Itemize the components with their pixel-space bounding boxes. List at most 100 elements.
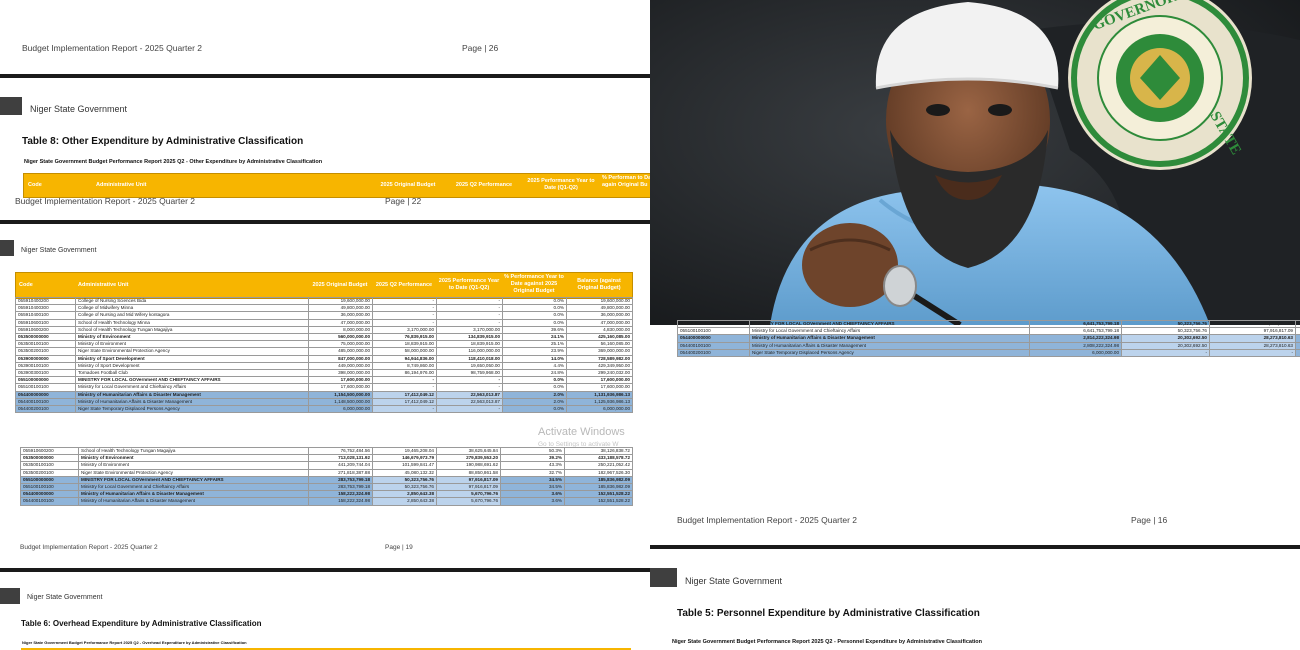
page-b-divider xyxy=(0,220,650,224)
cell-u: College of Nursing and Mid Wifery kontag… xyxy=(75,311,309,320)
activate-windows-watermark: Activate Windows xyxy=(538,426,625,438)
cell-p: 4.4% xyxy=(502,361,567,371)
cell-c: 055100000000 xyxy=(677,319,750,329)
cell-bal: 299,240,032.00 xyxy=(566,369,633,378)
cell-c: 053500000000 xyxy=(15,333,76,342)
cell-u: Tornadoes Football Club xyxy=(75,369,309,378)
cell-p: 50.3% xyxy=(500,446,565,456)
table-row: 053500000000 Ministry of Environment 713,0… xyxy=(20,454,633,463)
cell-b: 75,000,000.00 xyxy=(308,340,373,349)
cell-u: School of Health Technology Tungan Magaj… xyxy=(78,446,309,456)
page-e-footer-page: Page | 16 xyxy=(1131,515,1168,525)
cell-b: 441,209,744.04 xyxy=(308,461,373,470)
cell-c: 055100000000 xyxy=(15,376,76,385)
page-b-footer-page: Page | 22 xyxy=(385,196,422,206)
cell-c: 053500100100 xyxy=(20,461,79,470)
cell-y: 118,410,018.00 xyxy=(436,354,503,363)
cell-y: 190,988,691.62 xyxy=(436,461,501,470)
cell-bal: 6,000,000.00 xyxy=(566,405,633,414)
page-d-table-subtitle: Niger State Government Budget Performanc… xyxy=(22,640,247,645)
cell-bal: 4,830,000.00 xyxy=(566,325,633,335)
header-original-budget: 2025 Original Budget xyxy=(312,282,368,288)
cell-u: Ministry of Sport Development xyxy=(75,361,309,371)
cell-u: School of Health Technology Tungan Magaj… xyxy=(75,325,309,335)
cell-p: 2.0% xyxy=(502,390,567,399)
table-row: 055910600200 School of Health Technology … xyxy=(20,446,633,456)
header-percent: % Performance Year to Date against 2025 … xyxy=(504,274,564,294)
cell-y: 97,916,817.09 xyxy=(436,483,501,492)
cell-q: 45,080,132.32 xyxy=(372,468,437,477)
cell-c: 054400200100 xyxy=(677,348,750,358)
cell-q: 2,850,643.38 xyxy=(372,497,437,506)
cell-q: 20,302,692.50 xyxy=(1121,334,1210,343)
cell-c: 053500000000 xyxy=(20,454,79,463)
cell-q: - xyxy=(372,296,437,306)
cell-c: 055910600200 xyxy=(15,325,76,335)
cell-y: - xyxy=(436,296,503,306)
cell-b: 17,600,000.00 xyxy=(308,383,373,392)
cell-u: Ministry of Environment xyxy=(75,340,309,349)
page-b-table-header: Code Administrative Unit 2025 Original B… xyxy=(15,272,633,299)
table-row: 054400100100 Ministry of Humanitarian Aff… xyxy=(15,397,633,407)
cell-y: 134,839,915.00 xyxy=(436,333,503,342)
cell-p: 23.9% xyxy=(502,347,567,356)
page-e-table: 055100000000 MINISTRY FOR LOCAL GOVernmen… xyxy=(677,319,1300,358)
cell-y: - xyxy=(1209,348,1296,358)
cell-u: Ministry of Environment xyxy=(78,454,309,463)
cell-p: 0.0% xyxy=(502,304,567,313)
table-row: 054400200100 Niger State Temporary Displa… xyxy=(677,348,1300,358)
cell-b: 36,000,000.00 xyxy=(308,311,373,320)
header-admin-unit: Administrative Unit xyxy=(96,182,147,188)
page-c-divider xyxy=(0,568,650,572)
cell-q: 101,599,841.47 xyxy=(372,461,437,470)
table-row: 055910600200 School of Health Technology … xyxy=(15,325,633,335)
page-d-gov-name: Niger State Government xyxy=(27,594,103,601)
cell-q: - xyxy=(372,405,437,414)
cell-u: Ministry for Local Government and Chieft… xyxy=(78,483,309,492)
page-c-footer-left: Budget Implementation Report - 2025 Quar… xyxy=(20,544,158,551)
cell-p: 32.7% xyxy=(500,468,565,477)
cell-y: 22,563,013.87 xyxy=(436,397,503,407)
cell-y: 5,670,796.76 xyxy=(436,497,501,506)
cell-y: 279,839,553.20 xyxy=(436,454,501,463)
table-row: 055100000000 MINISTRY FOR LOCAL GOVernmen… xyxy=(677,319,1300,329)
cell-c: 055910600200 xyxy=(20,446,79,456)
cell-b: 271,818,387.88 xyxy=(308,468,373,477)
cell-q: - xyxy=(372,376,437,385)
cell-u: MINISTRY FOR LOCAL GOVernment AND CHIEFT… xyxy=(75,376,309,385)
cell-b: 713,028,131.92 xyxy=(308,454,373,463)
cell-q: 8,749,860.00 xyxy=(372,361,437,371)
header-ytd: 2025 Performance Year to Date (Q1-Q2) xyxy=(527,178,595,191)
cell-bal: 38,126,838.72 xyxy=(564,446,633,456)
raised-fist xyxy=(802,223,898,307)
page-a-footer-page: Page | 26 xyxy=(462,43,499,53)
cell-u: Niger State Environmental Protection Age… xyxy=(75,347,309,356)
cell-q: 18,839,915.00 xyxy=(372,340,437,349)
page-b-table: 055910400200 College of Nursing Sciences … xyxy=(15,296,633,414)
table-row: 055100000000 MINISTRY FOR LOCAL GOVernmen… xyxy=(15,376,633,385)
cell-y: 28,273,810.63 xyxy=(1209,341,1296,350)
table-row: 053500200100 Niger State Environmental Pr… xyxy=(15,347,633,356)
cell-bal: 152,551,528.22 xyxy=(564,497,633,506)
page-c-footer-page: Page | 19 xyxy=(385,544,413,551)
cell-q: - xyxy=(372,304,437,313)
table-row: 055100000000 MINISTRY FOR LOCAL GOVernmen… xyxy=(20,475,633,485)
cell-c: 054400200100 xyxy=(15,405,76,414)
table-row: 053500000000 Ministry of Environment 560,0… xyxy=(15,333,633,342)
cell-y: 97,916,817.09 xyxy=(1209,319,1296,329)
table-row: 055910400300 College of Midwifery Minna 49… xyxy=(15,304,633,313)
cell-y: 18,839,915.00 xyxy=(436,340,503,349)
cell-bal: 19,600,000.00 xyxy=(566,296,633,306)
cell-u: Ministry for Local Government and Chieft… xyxy=(749,327,1030,336)
cell-c: 053900100100 xyxy=(15,361,76,371)
cell-bal: 728,589,982.00 xyxy=(566,354,633,363)
governor-photo: GOVERNOR STATE xyxy=(650,0,1300,325)
cell-bal: 185,836,982.09 xyxy=(564,475,633,485)
header-original-budget: 2025 Original Budget xyxy=(380,182,436,188)
cell-b: 158,222,324.98 xyxy=(308,490,373,499)
cell-c: 053500200100 xyxy=(20,468,79,477)
cell-u: Ministry of Humanitarian Affairs & Disas… xyxy=(749,341,1030,350)
cell-b: 17,600,000.00 xyxy=(308,376,373,385)
table-row: 054400100100 Ministry of Humanitarian Aff… xyxy=(20,497,633,506)
cell-u: Ministry of Humanitarian Affairs & Disas… xyxy=(78,490,309,499)
